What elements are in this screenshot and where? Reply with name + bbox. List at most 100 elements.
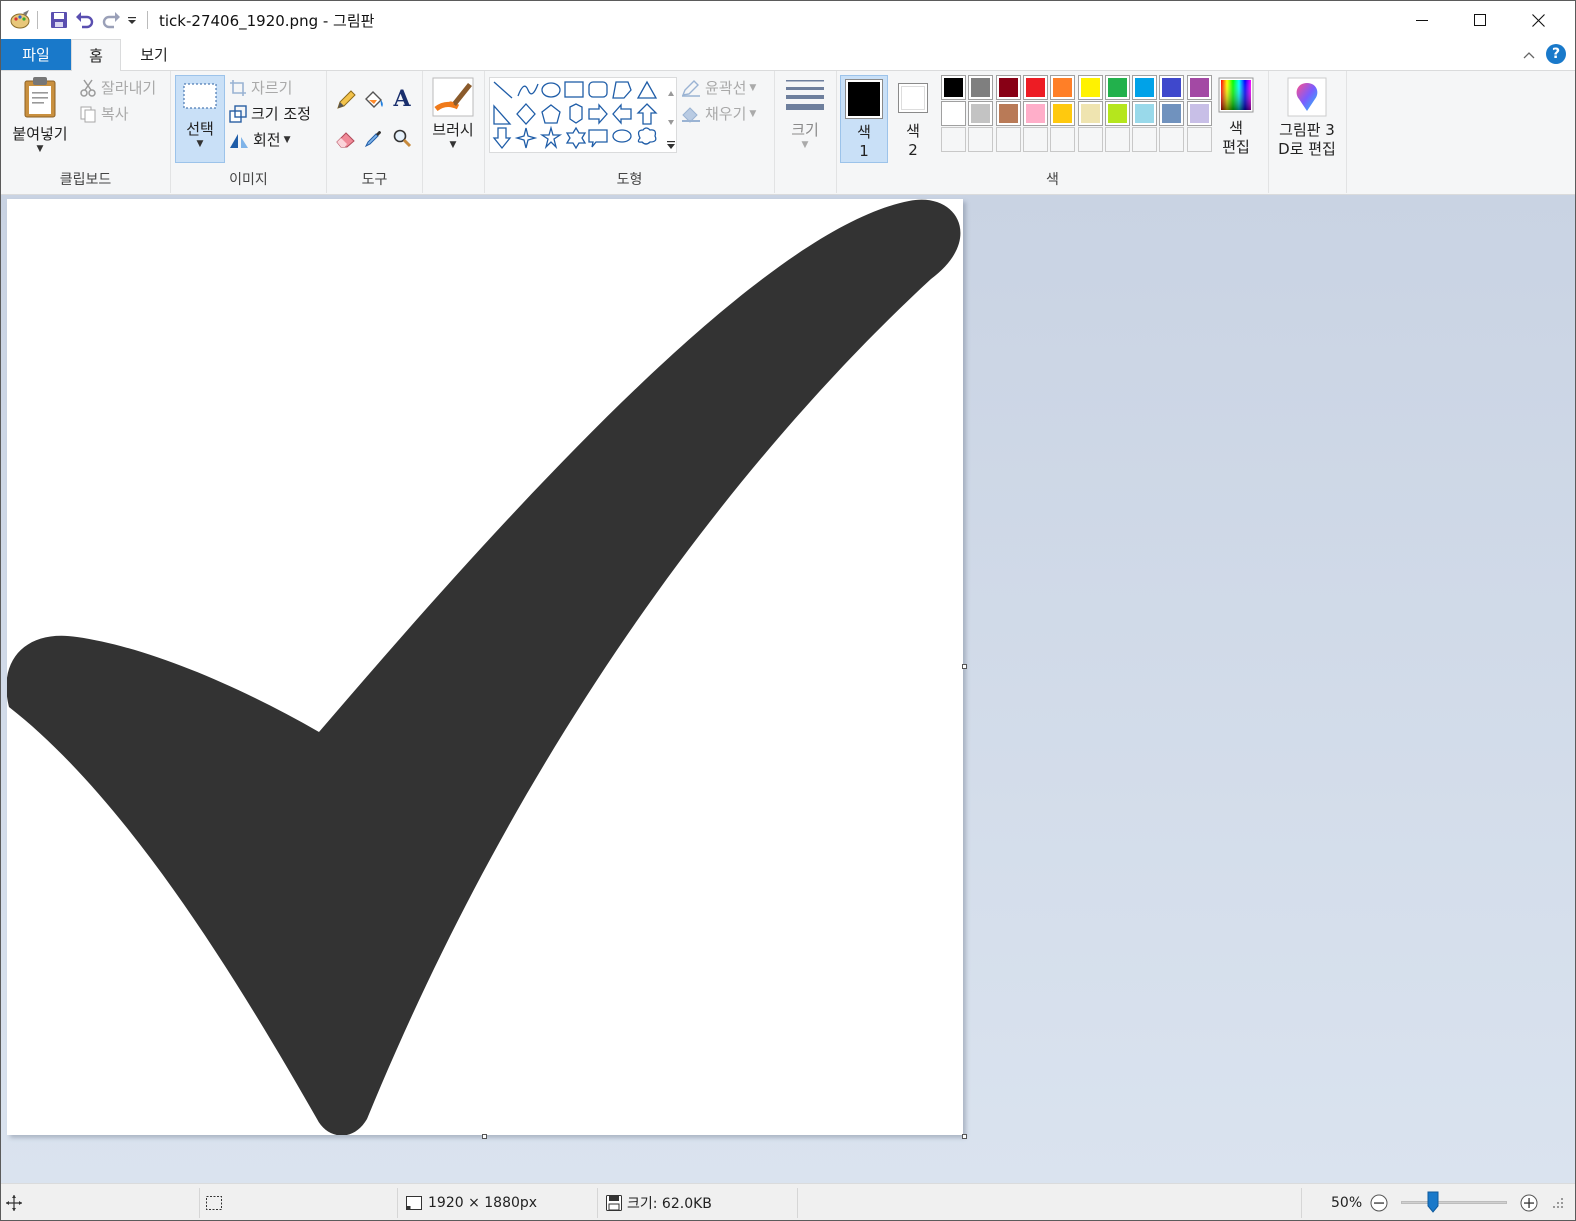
palette-swatch[interactable] — [1186, 127, 1212, 152]
palette-swatch[interactable] — [1077, 127, 1103, 152]
title-bar: tick-27406_1920.png - 그림판 — [1, 1, 1575, 39]
palette-swatch-fill — [998, 104, 1018, 123]
palette-swatch-fill — [1189, 78, 1209, 97]
drawing-canvas[interactable] — [7, 199, 963, 1135]
resize-label: 크기 조정 — [251, 105, 311, 123]
resize-handle-bottom[interactable] — [482, 1134, 487, 1139]
palette-swatch[interactable] — [1132, 101, 1158, 126]
palette-swatch[interactable] — [1159, 101, 1185, 126]
palette-swatch-fill — [1162, 78, 1182, 97]
palette-swatch[interactable] — [941, 101, 966, 126]
palette-swatch[interactable] — [1159, 127, 1185, 152]
resize-handle-right[interactable] — [962, 664, 967, 669]
resize-button[interactable]: 크기 조정 — [229, 103, 311, 124]
fill-button[interactable]: 채우기 ▼ — [681, 103, 756, 124]
palette-swatch[interactable] — [1104, 127, 1130, 152]
shapes-group: 윤곽선 ▼ 채우기 ▼ 도형 — [485, 71, 775, 193]
resize-handle-corner[interactable] — [962, 1134, 967, 1139]
palette-swatch-fill — [1162, 130, 1181, 149]
palette-swatch[interactable] — [995, 127, 1021, 152]
close-button[interactable] — [1509, 1, 1567, 39]
palette-swatch[interactable] — [1132, 127, 1158, 152]
palette-swatch-fill — [971, 130, 990, 149]
zoom-out-button[interactable] — [1369, 1184, 1389, 1220]
palette-swatch[interactable] — [1104, 101, 1130, 126]
palette-swatch[interactable] — [1022, 101, 1048, 126]
minimize-button[interactable] — [1393, 1, 1451, 39]
paste-label: 붙여넣기 — [12, 125, 68, 143]
zoom-slider-thumb[interactable] — [1427, 1191, 1439, 1213]
outline-button[interactable]: 윤곽선 ▼ — [681, 77, 756, 98]
clipboard-icon — [24, 77, 56, 118]
brushes-group: 브러시 ▼ — [423, 71, 485, 193]
palette-swatch[interactable] — [968, 75, 994, 100]
canvas-workspace[interactable] — [1, 195, 1575, 1183]
tab-home[interactable]: 홈 — [71, 39, 121, 71]
palette-swatch[interactable] — [1050, 75, 1076, 100]
customize-toolbar-icon[interactable] — [125, 9, 139, 31]
maximize-button[interactable] — [1451, 1, 1509, 39]
magnifier-icon[interactable] — [389, 125, 415, 151]
crop-button[interactable]: 자르기 — [229, 77, 292, 98]
palette-swatch[interactable] — [1132, 75, 1158, 100]
zoom-slider[interactable] — [1401, 1184, 1507, 1220]
color1-button[interactable]: 색 1 — [840, 75, 888, 163]
rotate-label: 회전 — [253, 131, 281, 149]
rotate-button[interactable]: 회전 ▼ — [229, 129, 291, 150]
title-separator — [37, 11, 38, 29]
palette-swatch[interactable] — [1077, 101, 1103, 126]
fill-bucket-icon[interactable] — [361, 87, 387, 113]
edit-colors-button[interactable]: 색 편집 — [1213, 77, 1259, 157]
redo-icon[interactable] — [99, 9, 123, 31]
palette-swatch[interactable] — [1159, 75, 1185, 100]
palette-swatch-fill — [1189, 104, 1209, 123]
zoom-in-button[interactable] — [1519, 1184, 1539, 1220]
palette-swatch[interactable] — [1050, 101, 1076, 126]
palette-swatch[interactable] — [1050, 127, 1076, 152]
paste-button[interactable]: 붙여넣기 ▼ — [7, 75, 73, 154]
file-size-text: 크기: 62.0KB — [627, 1195, 712, 1212]
palette-swatch[interactable] — [968, 101, 994, 126]
palette-swatch-fill — [944, 104, 963, 123]
brushes-button[interactable]: 브러시 ▼ — [427, 77, 479, 150]
collapse-ribbon-icon[interactable] — [1521, 47, 1537, 63]
palette-swatch[interactable] — [968, 127, 994, 152]
palette-swatch[interactable] — [1104, 75, 1130, 100]
palette-swatch[interactable] — [1022, 127, 1048, 152]
copy-button[interactable]: 복사 — [79, 103, 129, 124]
palette-swatch-fill — [1025, 78, 1045, 97]
help-icon[interactable]: ? — [1546, 44, 1566, 64]
palette-swatch-fill — [999, 130, 1018, 149]
color2-button[interactable]: 색 2 — [893, 75, 933, 163]
palette-swatch-fill — [1135, 104, 1155, 123]
palette-swatch[interactable] — [1186, 75, 1212, 100]
status-separator — [797, 1188, 798, 1218]
palette-swatch[interactable] — [1077, 75, 1103, 100]
palette-swatch[interactable] — [941, 75, 966, 100]
palette-swatch[interactable] — [995, 101, 1021, 126]
palette-swatch[interactable] — [941, 127, 966, 152]
tab-file[interactable]: 파일 — [1, 39, 71, 70]
undo-icon[interactable] — [73, 9, 97, 31]
tab-view[interactable]: 보기 — [125, 39, 183, 70]
resize-grip-icon[interactable] — [1551, 1184, 1565, 1220]
palette-swatch-fill — [1190, 130, 1209, 149]
file-size: 크기: 62.0KB — [605, 1184, 712, 1220]
select-button[interactable]: 선택 ▼ — [175, 75, 225, 163]
image-dimensions-text: 1920 × 1880px — [428, 1194, 538, 1211]
size-button[interactable]: 크기 ▼ — [779, 77, 831, 150]
outline-pen-icon — [681, 79, 700, 97]
palette-swatch[interactable] — [1022, 75, 1048, 100]
pencil-icon[interactable] — [333, 87, 359, 113]
edit-with-paint3d-button[interactable]: 그림판 3 D로 편집 — [1271, 77, 1343, 159]
palette-swatch[interactable] — [1186, 101, 1212, 126]
eraser-icon[interactable] — [333, 125, 359, 151]
save-icon[interactable] — [47, 9, 71, 31]
paint-app-icon[interactable] — [7, 9, 33, 31]
ribbon-tabs: 파일 홈 보기 ? — [1, 39, 1575, 71]
palette-swatch[interactable] — [995, 75, 1021, 100]
color-picker-icon[interactable] — [361, 125, 387, 151]
cut-button[interactable]: 잘라내기 — [79, 77, 156, 98]
crop-label: 자르기 — [251, 79, 293, 97]
text-tool-icon[interactable]: A — [389, 85, 415, 113]
